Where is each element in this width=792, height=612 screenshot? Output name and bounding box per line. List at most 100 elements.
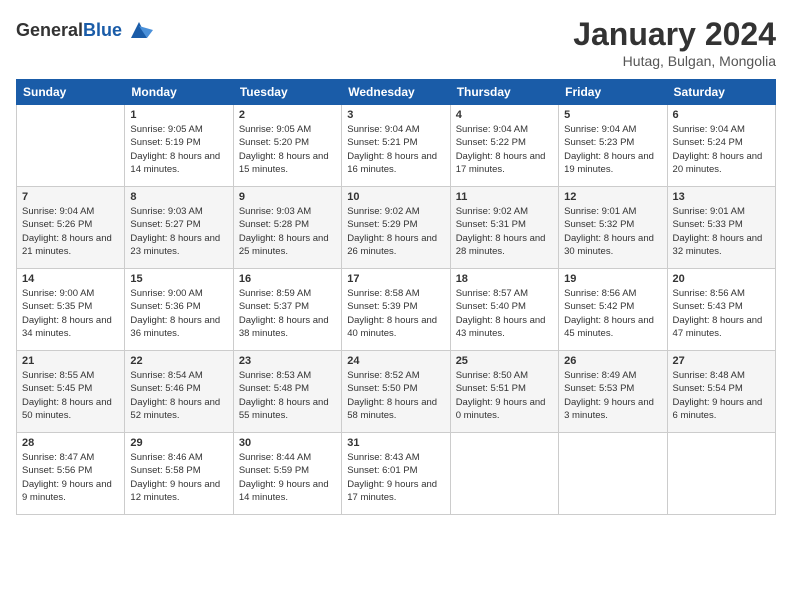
day-number: 26 (564, 355, 661, 367)
day-info: Sunrise: 8:48 AMSunset: 5:54 PMDaylight:… (673, 369, 770, 422)
col-tuesday: Tuesday (233, 80, 341, 105)
table-row: 17 Sunrise: 8:58 AMSunset: 5:39 PMDayligh… (342, 269, 450, 351)
day-info: Sunrise: 8:46 AMSunset: 5:58 PMDaylight:… (130, 451, 227, 504)
day-info: Sunrise: 9:04 AMSunset: 5:23 PMDaylight:… (564, 123, 661, 176)
table-row: 28 Sunrise: 8:47 AMSunset: 5:56 PMDayligh… (17, 433, 125, 515)
calendar-table: Sunday Monday Tuesday Wednesday Thursday… (16, 79, 776, 515)
table-row (17, 105, 125, 187)
table-row: 7Sunrise: 9:04 AMSunset: 5:26 PMDaylight… (17, 187, 125, 269)
day-number: 24 (347, 355, 444, 367)
table-row (559, 433, 667, 515)
table-row: 16Sunrise: 8:59 AMSunset: 5:37 PMDayligh… (233, 269, 341, 351)
table-row: 2 Sunrise: 9:05 AMSunset: 5:20 PMDaylight… (233, 105, 341, 187)
day-number: 11 (456, 191, 553, 203)
day-info: Sunrise: 8:43 AMSunset: 6:01 PMDaylight:… (347, 451, 444, 504)
col-saturday: Saturday (667, 80, 775, 105)
calendar-week-4: 21Sunrise: 8:55 AMSunset: 5:45 PMDayligh… (17, 351, 776, 433)
day-info: Sunrise: 9:04 AMSunset: 5:22 PMDaylight:… (456, 123, 553, 176)
table-row: 9 Sunrise: 9:03 AMSunset: 5:28 PMDaylight… (233, 187, 341, 269)
day-number: 12 (564, 191, 661, 203)
table-row: 10 Sunrise: 9:02 AMSunset: 5:29 PMDayligh… (342, 187, 450, 269)
day-info: Sunrise: 9:05 AMSunset: 5:19 PMDaylight:… (130, 123, 227, 176)
day-number: 8 (130, 191, 227, 203)
table-row: 13 Sunrise: 9:01 AMSunset: 5:33 PMDayligh… (667, 187, 775, 269)
day-info: Sunrise: 9:03 AMSunset: 5:28 PMDaylight:… (239, 205, 336, 258)
logo: GeneralBlue (16, 16, 153, 44)
table-row: 23Sunrise: 8:53 AMSunset: 5:48 PMDayligh… (233, 351, 341, 433)
table-row: 25 Sunrise: 8:50 AMSunset: 5:51 PMDayligh… (450, 351, 558, 433)
day-number: 10 (347, 191, 444, 203)
table-row: 4 Sunrise: 9:04 AMSunset: 5:22 PMDaylight… (450, 105, 558, 187)
header: GeneralBlue January 2024 Hutag, Bulgan, … (16, 16, 776, 69)
day-number: 9 (239, 191, 336, 203)
day-info: Sunrise: 8:50 AMSunset: 5:51 PMDaylight:… (456, 369, 553, 422)
day-info: Sunrise: 9:03 AMSunset: 5:27 PMDaylight:… (130, 205, 227, 258)
col-sunday: Sunday (17, 80, 125, 105)
day-info: Sunrise: 8:59 AMSunset: 5:37 PMDaylight:… (239, 287, 336, 340)
day-info: Sunrise: 8:53 AMSunset: 5:48 PMDaylight:… (239, 369, 336, 422)
day-number: 19 (564, 273, 661, 285)
calendar-week-5: 28 Sunrise: 8:47 AMSunset: 5:56 PMDayligh… (17, 433, 776, 515)
calendar-week-2: 7Sunrise: 9:04 AMSunset: 5:26 PMDaylight… (17, 187, 776, 269)
day-info: Sunrise: 9:05 AMSunset: 5:20 PMDaylight:… (239, 123, 336, 176)
day-number: 13 (673, 191, 770, 203)
day-info: Sunrise: 8:58 AMSunset: 5:39 PMDaylight:… (347, 287, 444, 340)
day-info: Sunrise: 8:49 AMSunset: 5:53 PMDaylight:… (564, 369, 661, 422)
weekday-row: Sunday Monday Tuesday Wednesday Thursday… (17, 80, 776, 105)
page-title: January 2024 (573, 16, 776, 53)
day-number: 29 (130, 437, 227, 449)
col-wednesday: Wednesday (342, 80, 450, 105)
table-row: 21Sunrise: 8:55 AMSunset: 5:45 PMDayligh… (17, 351, 125, 433)
calendar-week-1: 1Sunrise: 9:05 AMSunset: 5:19 PMDaylight… (17, 105, 776, 187)
day-number: 2 (239, 109, 336, 121)
day-number: 6 (673, 109, 770, 121)
day-number: 21 (22, 355, 119, 367)
day-number: 3 (347, 109, 444, 121)
calendar-body: 1Sunrise: 9:05 AMSunset: 5:19 PMDaylight… (17, 105, 776, 515)
day-info: Sunrise: 9:01 AMSunset: 5:33 PMDaylight:… (673, 205, 770, 258)
day-number: 20 (673, 273, 770, 285)
table-row: 5 Sunrise: 9:04 AMSunset: 5:23 PMDaylight… (559, 105, 667, 187)
day-number: 5 (564, 109, 661, 121)
table-row: 24 Sunrise: 8:52 AMSunset: 5:50 PMDayligh… (342, 351, 450, 433)
day-info: Sunrise: 8:54 AMSunset: 5:46 PMDaylight:… (130, 369, 227, 422)
table-row: 6 Sunrise: 9:04 AMSunset: 5:24 PMDaylight… (667, 105, 775, 187)
table-row: 8 Sunrise: 9:03 AMSunset: 5:27 PMDaylight… (125, 187, 233, 269)
table-row: 31 Sunrise: 8:43 AMSunset: 6:01 PMDayligh… (342, 433, 450, 515)
day-number: 4 (456, 109, 553, 121)
col-thursday: Thursday (450, 80, 558, 105)
day-number: 28 (22, 437, 119, 449)
day-info: Sunrise: 9:00 AMSunset: 5:36 PMDaylight:… (130, 287, 227, 340)
day-info: Sunrise: 8:52 AMSunset: 5:50 PMDaylight:… (347, 369, 444, 422)
table-row: 3 Sunrise: 9:04 AMSunset: 5:21 PMDaylight… (342, 105, 450, 187)
day-info: Sunrise: 9:02 AMSunset: 5:31 PMDaylight:… (456, 205, 553, 258)
table-row: 22Sunrise: 8:54 AMSunset: 5:46 PMDayligh… (125, 351, 233, 433)
table-row: 14Sunrise: 9:00 AMSunset: 5:35 PMDayligh… (17, 269, 125, 351)
page-subtitle: Hutag, Bulgan, Mongolia (573, 53, 776, 69)
day-info: Sunrise: 9:01 AMSunset: 5:32 PMDaylight:… (564, 205, 661, 258)
table-row: 19 Sunrise: 8:56 AMSunset: 5:42 PMDayligh… (559, 269, 667, 351)
col-monday: Monday (125, 80, 233, 105)
table-row: 20Sunrise: 8:56 AMSunset: 5:43 PMDayligh… (667, 269, 775, 351)
col-friday: Friday (559, 80, 667, 105)
day-info: Sunrise: 9:04 AMSunset: 5:24 PMDaylight:… (673, 123, 770, 176)
day-info: Sunrise: 8:47 AMSunset: 5:56 PMDaylight:… (22, 451, 119, 504)
day-number: 31 (347, 437, 444, 449)
table-row: 26 Sunrise: 8:49 AMSunset: 5:53 PMDayligh… (559, 351, 667, 433)
day-info: Sunrise: 9:04 AMSunset: 5:21 PMDaylight:… (347, 123, 444, 176)
day-number: 30 (239, 437, 336, 449)
day-number: 17 (347, 273, 444, 285)
table-row: 15 Sunrise: 9:00 AMSunset: 5:36 PMDayligh… (125, 269, 233, 351)
day-info: Sunrise: 8:56 AMSunset: 5:42 PMDaylight:… (564, 287, 661, 340)
calendar-header: Sunday Monday Tuesday Wednesday Thursday… (17, 80, 776, 105)
page: GeneralBlue January 2024 Hutag, Bulgan, … (0, 0, 792, 612)
day-info: Sunrise: 9:02 AMSunset: 5:29 PMDaylight:… (347, 205, 444, 258)
day-number: 25 (456, 355, 553, 367)
day-number: 15 (130, 273, 227, 285)
calendar-week-3: 14Sunrise: 9:00 AMSunset: 5:35 PMDayligh… (17, 269, 776, 351)
logo-icon (125, 16, 153, 44)
day-info: Sunrise: 9:00 AMSunset: 5:35 PMDaylight:… (22, 287, 119, 340)
table-row (667, 433, 775, 515)
table-row: 18Sunrise: 8:57 AMSunset: 5:40 PMDayligh… (450, 269, 558, 351)
day-info: Sunrise: 9:04 AMSunset: 5:26 PMDaylight:… (22, 205, 119, 258)
